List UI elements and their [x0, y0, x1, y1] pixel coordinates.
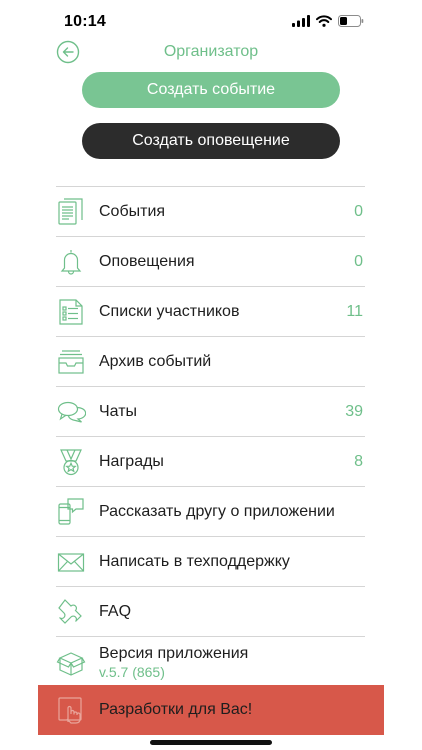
- developments-banner[interactable]: Разработки для Вас!: [38, 685, 384, 735]
- bell-icon: [60, 250, 82, 275]
- menu-item-label: Списки участников: [99, 303, 240, 320]
- battery-icon: [338, 15, 364, 27]
- menu-item-count: 8: [354, 453, 363, 470]
- hand-pointer-icon: [58, 697, 82, 724]
- home-indicator: [150, 740, 272, 745]
- menu-item-support[interactable]: Написать в техподдержку: [56, 537, 365, 587]
- menu-item-label: Награды: [99, 453, 164, 470]
- menu-item-label: FAQ: [99, 603, 132, 620]
- menu-item-events[interactable]: События 0: [56, 187, 365, 237]
- menu-item-awards[interactable]: Награды 8: [56, 437, 365, 487]
- menu-item-events-archive[interactable]: Архив событий: [56, 337, 365, 387]
- menu-item-chats[interactable]: Чаты 39: [56, 387, 365, 437]
- wifi-icon: [316, 15, 332, 27]
- page-title: Организатор: [163, 43, 259, 60]
- menu-item-tell-friend[interactable]: Рассказать другу о приложении: [56, 487, 365, 537]
- status-time: 10:14: [64, 13, 106, 30]
- menu-item-label: Написать в техподдержку: [99, 553, 290, 570]
- menu-item-count: 11: [346, 303, 363, 320]
- create-notification-button[interactable]: Создать оповещение: [82, 123, 340, 159]
- menu-item-faq[interactable]: FAQ: [56, 587, 365, 637]
- menu-item-app-version[interactable]: Версия приложения v.5.7 (865): [56, 637, 365, 688]
- developments-label: Разработки для Вас!: [99, 701, 253, 718]
- version-value: v.5.7 (865): [99, 664, 165, 680]
- medal-icon: [60, 449, 82, 476]
- status-icons: [292, 15, 364, 27]
- archive-icon: [58, 350, 84, 374]
- menu-item-count: 0: [354, 203, 363, 220]
- version-label: Версия приложения: [99, 645, 249, 662]
- menu-item-count: 39: [345, 403, 363, 420]
- menu-item-notifications[interactable]: Оповещения 0: [56, 237, 365, 287]
- share-phone-icon: [58, 498, 84, 525]
- menu-item-label: События: [99, 203, 166, 220]
- envelope-icon: [57, 553, 85, 572]
- puzzle-icon: [58, 599, 82, 624]
- nav-header: Организатор: [0, 36, 422, 68]
- menu-item-count: 0: [354, 253, 363, 270]
- menu-item-label: Чаты: [99, 403, 138, 420]
- menu-list: События 0 Оповещения 0 Списки участников…: [56, 186, 365, 688]
- box-icon: [56, 652, 86, 676]
- menu-item-label: Оповещения: [99, 253, 195, 270]
- chat-icon: [57, 401, 86, 423]
- menu-item-participant-lists[interactable]: Списки участников 11: [56, 287, 365, 337]
- menu-item-label: Архив событий: [99, 353, 212, 370]
- checklist-icon: [59, 299, 83, 325]
- document-icon: [58, 198, 83, 225]
- menu-item-label: Рассказать другу о приложении: [99, 503, 335, 520]
- create-event-button[interactable]: Создать событие: [82, 72, 340, 108]
- signal-icon: [292, 15, 310, 27]
